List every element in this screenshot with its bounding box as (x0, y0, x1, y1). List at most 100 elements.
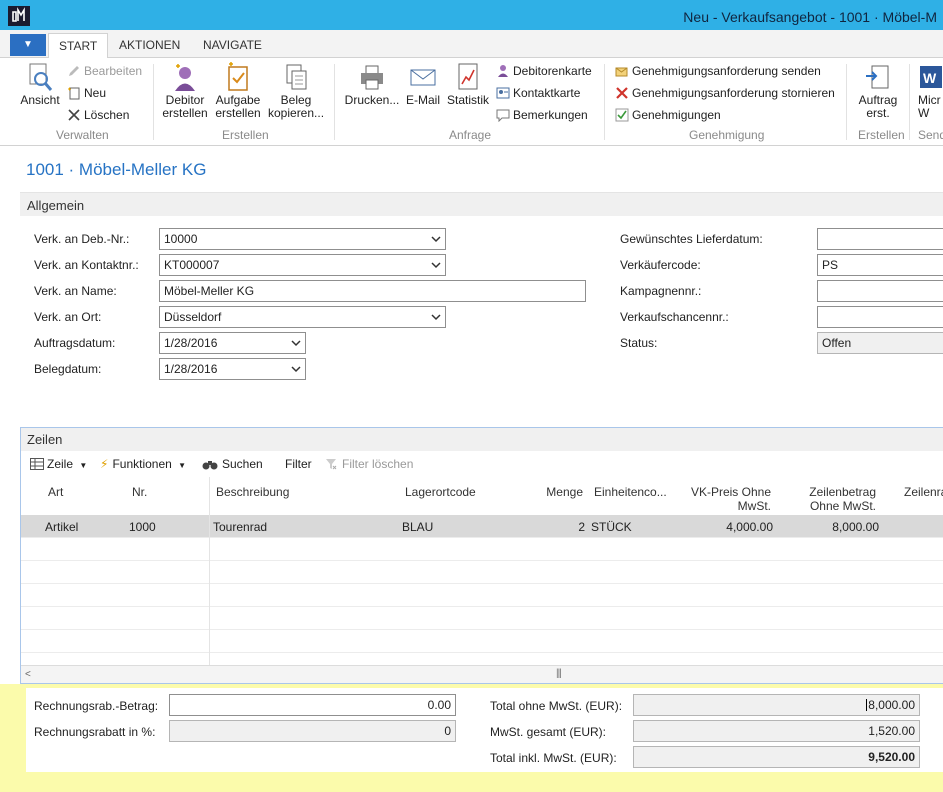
lieferdatum-field[interactable] (817, 228, 943, 250)
rabatt-betrag-field[interactable]: 0.00 (169, 694, 456, 716)
neu-button[interactable]: Neu (67, 86, 106, 100)
kampagnennr-field[interactable] (817, 280, 943, 302)
debitorenkarte-button[interactable]: Debitorenkarte (496, 64, 592, 78)
drucken-label: Drucken... (344, 93, 400, 107)
statistik-button[interactable]: Statistik (446, 62, 490, 107)
chevron-down-icon[interactable] (431, 311, 441, 323)
pencil-icon (69, 66, 79, 76)
auftragsdatum-field[interactable]: 1/28/2016 (159, 332, 306, 354)
col-einheitencode[interactable]: Einheitenco... (594, 485, 667, 499)
col-art[interactable]: Art (48, 485, 63, 499)
kontakt-nr-field[interactable]: KT000007 (159, 254, 446, 276)
genehmigungen-button[interactable]: Genehmigungen (615, 108, 721, 122)
cell-art[interactable]: Artikel (45, 520, 78, 534)
name-field[interactable]: Möbel-Meller KG (159, 280, 586, 302)
verkaeufercode-field[interactable]: PS (817, 254, 943, 276)
drucken-button[interactable]: Drucken... (344, 62, 400, 107)
copy-document-icon (286, 64, 307, 90)
bemerkungen-button[interactable]: Bemerkungen (496, 108, 588, 122)
ort-field[interactable]: Düsseldorf (159, 306, 446, 328)
app-icon[interactable] (8, 6, 30, 26)
chevron-down-icon[interactable] (431, 233, 441, 245)
col-zeilenbetrag-line2: Ohne MwSt. (809, 499, 876, 513)
group-anfrage-label: Anfrage (449, 128, 492, 142)
auftrag-erstellen-button[interactable]: Auftrag erst. (854, 62, 902, 120)
table-row-empty[interactable] (21, 538, 943, 561)
col-beschreibung[interactable]: Beschreibung (216, 485, 289, 499)
email-envelope-icon (410, 69, 436, 86)
funktionen-menu-button[interactable]: ⚡ Funktionen ▼ (100, 457, 186, 471)
bemerkungen-label: Bemerkungen (513, 108, 588, 122)
col-zeilenrabatt[interactable]: Zeilenra (904, 485, 943, 499)
tab-aktionen[interactable]: AKTIONEN (119, 38, 180, 52)
zeilen-header[interactable]: Zeilen (21, 428, 943, 451)
group-erstellen2-label: Erstellen (858, 128, 905, 142)
chevron-down-icon: ▼ (79, 461, 88, 470)
col-menge[interactable]: Menge (521, 485, 583, 499)
table-row-empty[interactable] (21, 630, 943, 653)
inkl-mwst-field[interactable]: 9,520.00 (633, 746, 920, 768)
chevron-down-icon[interactable] (431, 259, 441, 271)
bearbeiten-button[interactable]: Bearbeiten (67, 64, 142, 78)
svg-text:W: W (923, 70, 937, 86)
ansicht-button[interactable]: Ansicht (18, 62, 62, 107)
deb-nr-field[interactable]: 10000 (159, 228, 446, 250)
zeile-menu-button[interactable]: Zeile ▼ (30, 457, 87, 471)
col-vk-preis-line2: MwSt. (737, 499, 771, 513)
mwst-field[interactable]: 1,520.00 (633, 720, 920, 742)
horizontal-scrollbar[interactable]: < ||| (21, 665, 943, 683)
kontaktkarte-button[interactable]: Kontaktkarte (496, 86, 580, 100)
genehmigung-senden-button[interactable]: Genehmigungsanforderung senden (615, 64, 821, 78)
rabatt-prozent-field[interactable]: 0 (169, 720, 456, 742)
scroll-grip-icon[interactable]: ||| (556, 668, 562, 679)
genehmigungen-label: Genehmigungen (632, 108, 721, 122)
cell-zeilenbetrag[interactable]: 8,000.00 (779, 520, 879, 534)
verkaufschancennr-field[interactable] (817, 306, 943, 328)
genehmigung-stornieren-button[interactable]: Genehmigungsanforderung stornieren (615, 86, 835, 100)
binoculars-icon (202, 461, 218, 470)
section-allgemein-header[interactable]: Allgemein (20, 192, 943, 216)
tab-start[interactable]: START (48, 33, 109, 59)
belegdatum-value: 1/28/2016 (164, 362, 218, 376)
loeschen-button[interactable]: Löschen (67, 108, 129, 122)
ohne-mwst-field[interactable]: 8,000.00 (633, 694, 920, 716)
kontakt-nr-label: Verk. an Kontaktnr.: (34, 258, 139, 272)
cell-beschreibung[interactable]: Tourenrad (213, 520, 267, 534)
chevron-down-icon[interactable] (291, 363, 301, 375)
filter-button[interactable]: Filter (285, 457, 312, 471)
deb-nr-value: 10000 (164, 232, 198, 246)
chevron-down-icon[interactable] (291, 337, 301, 349)
scroll-left-icon[interactable]: < (25, 669, 31, 680)
col-vk-preis[interactable]: VK-Preis Ohne MwSt. (671, 485, 771, 513)
name-label: Verk. an Name: (34, 284, 117, 298)
word-button[interactable]: W Micr W (918, 62, 943, 120)
email-button[interactable]: E-Mail (404, 62, 442, 107)
title-bar: Neu - Verkaufsangebot - 1001 · Möbel-M (0, 0, 943, 30)
belegdatum-field[interactable]: 1/28/2016 (159, 358, 306, 380)
ort-value: Düsseldorf (164, 310, 222, 324)
table-row-empty[interactable] (21, 561, 943, 584)
table-row-empty[interactable] (21, 607, 943, 630)
col-zeilenbetrag[interactable]: Zeilenbetrag Ohne MwSt. (786, 485, 876, 513)
filter-loeschen-button[interactable]: Filter löschen (325, 457, 413, 471)
clear-filter-icon (326, 459, 337, 470)
suchen-button[interactable]: Suchen (202, 457, 263, 471)
col-lagerortcode[interactable]: Lagerortcode (405, 485, 476, 499)
table-row-empty[interactable] (21, 584, 943, 607)
application-menu-button[interactable]: ▼ (10, 34, 46, 56)
cell-vk-preis[interactable]: 4,000.00 (673, 520, 773, 534)
cell-nr[interactable]: 1000 (129, 520, 156, 534)
verkaeufercode-label: Verkäufercode: (620, 258, 701, 272)
beleg-kopieren-button[interactable]: Beleg kopieren... (268, 62, 324, 120)
cell-lagerortcode[interactable]: BLAU (402, 520, 433, 534)
col-nr[interactable]: Nr. (132, 485, 147, 499)
cell-menge[interactable]: 2 (521, 520, 585, 534)
aufgabe-erstellen-button[interactable]: Aufgabe erstellen (213, 62, 263, 120)
table-row[interactable]: Artikel 1000 Tourenrad BLAU 2 STÜCK 4,00… (21, 515, 943, 538)
debitor-erstellen-button[interactable]: Debitor erstellen (161, 62, 209, 120)
status-field[interactable]: Offen (817, 332, 943, 354)
tab-navigate[interactable]: NAVIGATE (203, 38, 262, 52)
kampagnennr-label: Kampagnennr.: (620, 284, 702, 298)
approvals-icon (615, 108, 629, 122)
cell-einheitencode[interactable]: STÜCK (591, 520, 632, 534)
